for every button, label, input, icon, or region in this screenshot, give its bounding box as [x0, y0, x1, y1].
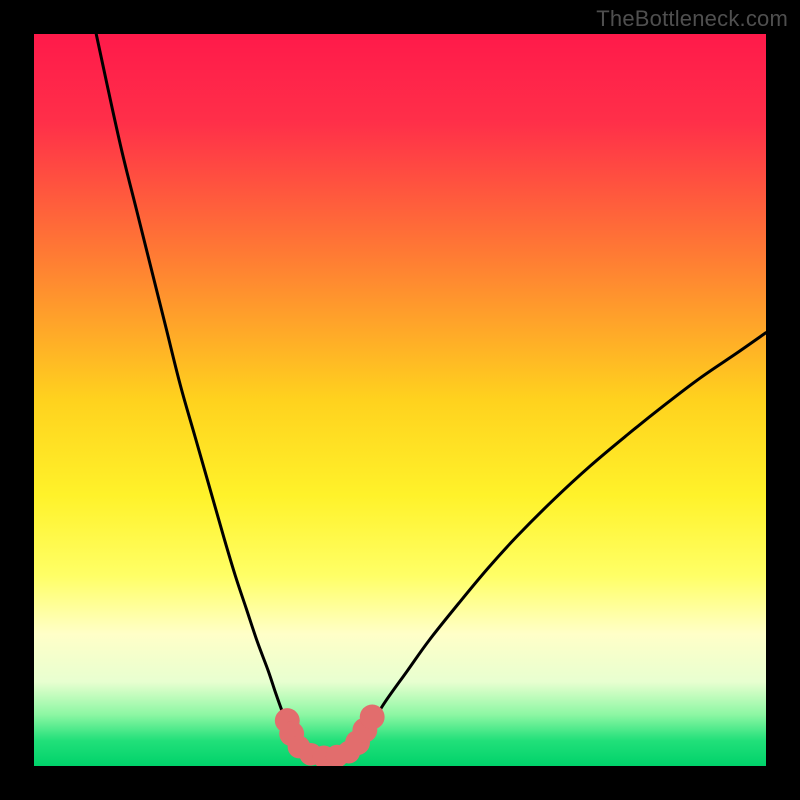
watermark-text: TheBottleneck.com	[596, 6, 788, 32]
chart-frame: TheBottleneck.com	[0, 0, 800, 800]
plot-background-gradient	[34, 34, 766, 766]
bottleneck-chart	[0, 0, 800, 800]
marker-right-upper	[360, 705, 385, 730]
